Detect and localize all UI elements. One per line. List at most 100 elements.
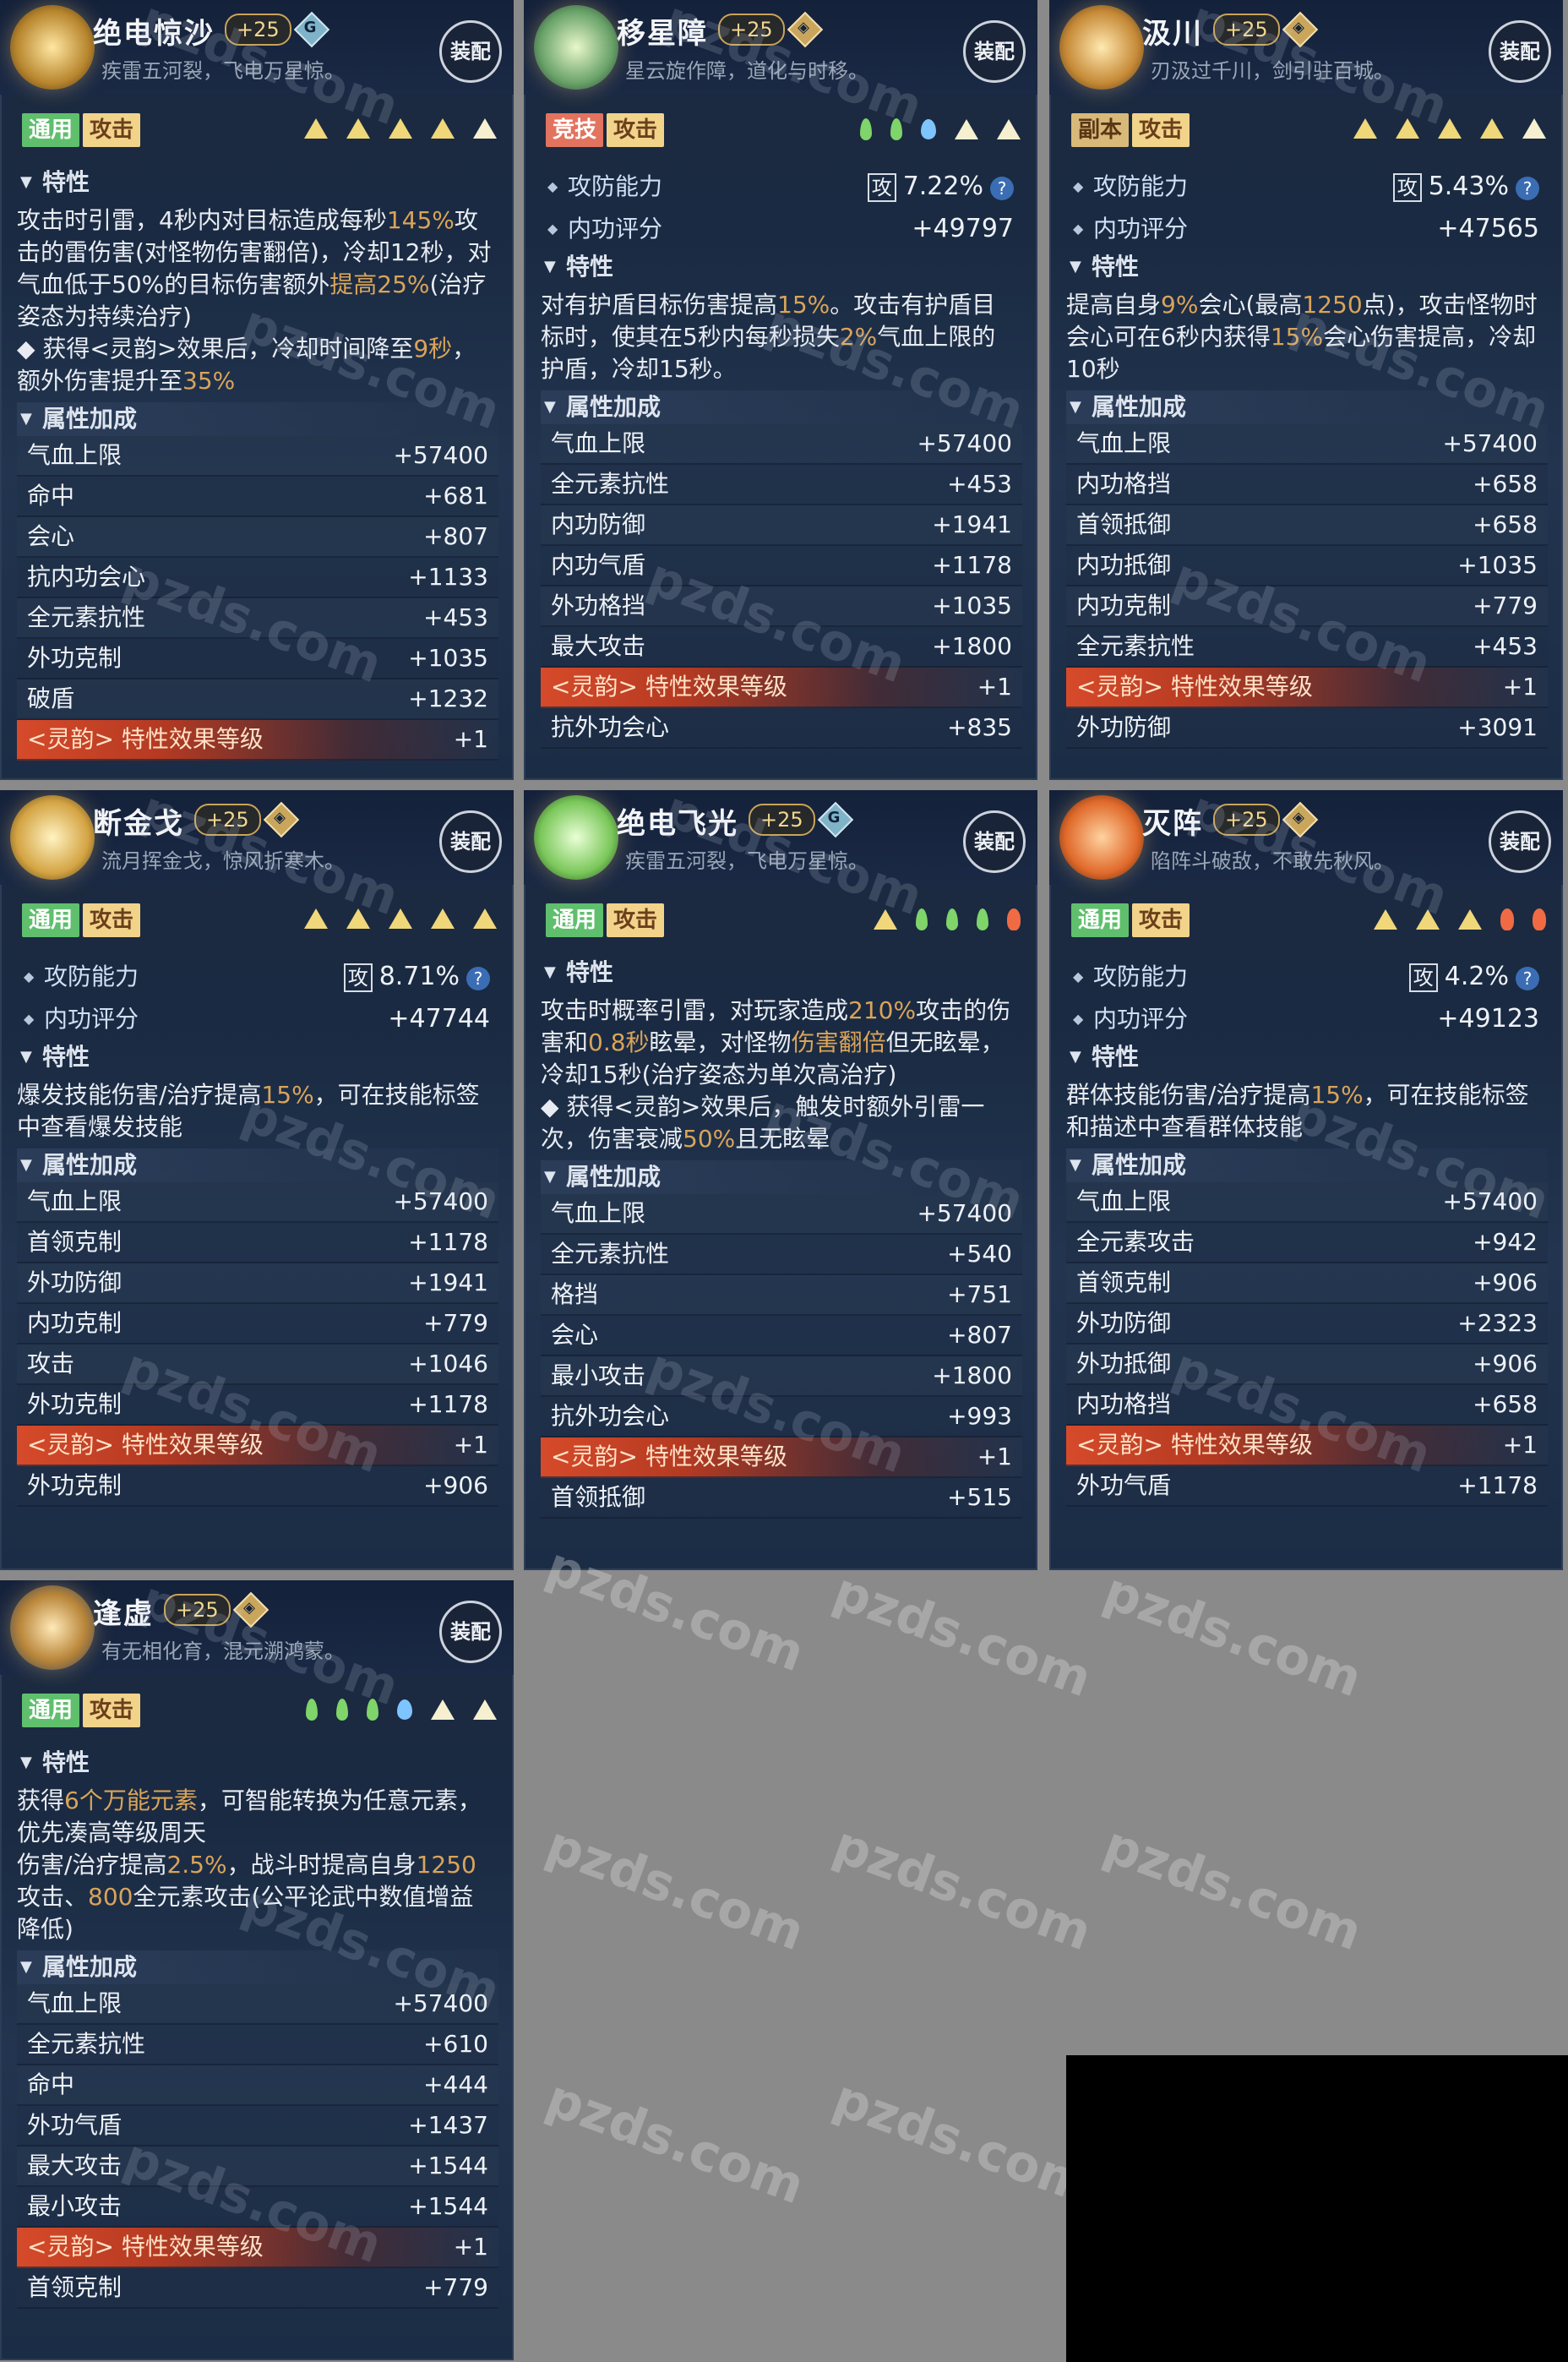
equipment-grid: 绝电惊沙+25G疾雷五河裂，飞电万星惊。装配通用攻击特性攻击时引雷，4秒内对目标… [0, 0, 1568, 2362]
card-header: 汲川 +25 ◈ 刃汲过千川，剑引驻百城。 装配 [1049, 0, 1563, 95]
stat-name: <灵韵> 特性效果等级 [1076, 1431, 1313, 1459]
trait-section-header[interactable]: 特性 [17, 1040, 498, 1074]
lingyun-stat-row: <灵韵> 特性效果等级 +1 [17, 1426, 498, 1466]
stat-name: <灵韵> 特性效果等级 [551, 1443, 787, 1470]
card-header: 绝电飞光 +25 G 疾雷五河裂，飞电万星惊。 装配 [524, 790, 1037, 885]
attribute-section-header[interactable]: 属性加成 [17, 1950, 498, 1984]
stat-row: 全元素攻击 +942 [1066, 1223, 1548, 1263]
trait-section-header[interactable]: 特性 [541, 956, 1022, 990]
stat-value: +57400 [393, 441, 488, 469]
item-description: 陷阵斗破敌，不敢先秋风。 [1151, 849, 1394, 873]
enhance-level-badge: +25 [225, 14, 291, 46]
stat-name: 最大攻击 [27, 2152, 122, 2179]
help-icon[interactable]: ? [466, 967, 490, 990]
trait-text: 对有护盾目标伤害提高15%。攻击有护盾目标时，使其在5秒内每秒损失2%气血上限的… [541, 284, 1022, 390]
trait-highlight: 提高25% [329, 270, 430, 298]
card-body: 攻防能力 攻4.2%? 内功评分 +49123 特性群体技能伤害/治疗提高15%，可在技… [1066, 956, 1548, 1507]
stat-name: 气血上限 [27, 1187, 122, 1215]
score-value: +47565 [1437, 214, 1539, 243]
attribute-section-header[interactable]: 属性加成 [17, 1148, 498, 1182]
stat-value: +658 [1473, 510, 1538, 538]
attribute-section-header[interactable]: 属性加成 [1066, 1148, 1548, 1182]
stat-name: 气血上限 [1076, 1187, 1172, 1215]
score-value: +49797 [912, 214, 1014, 243]
help-icon[interactable]: ? [1516, 967, 1539, 990]
stat-name: 外功防御 [1076, 713, 1172, 741]
stat-row: 气血上限 +57400 [17, 436, 498, 477]
stat-value: +993 [947, 1402, 1012, 1430]
attribute-section-header[interactable]: 属性加成 [541, 1160, 1022, 1194]
equip-button[interactable]: 装配 [439, 20, 502, 83]
help-icon[interactable]: ? [990, 177, 1014, 200]
enhance-level-badge: +25 [164, 1594, 231, 1626]
leaf-mark-icon [860, 118, 872, 140]
ability-row: 攻防能力 攻5.43%? [1066, 166, 1548, 208]
attribute-section-header[interactable]: 属性加成 [17, 402, 498, 436]
trait-highlight: 1250 [1302, 291, 1363, 319]
stat-value: +1178 [408, 1390, 488, 1418]
stat-value: +906 [1473, 1350, 1538, 1377]
tri-mark-icon [1416, 909, 1440, 930]
stat-value: +57400 [1442, 429, 1538, 457]
stat-row: 首领抵御 +515 [541, 1478, 1022, 1519]
stat-name: 全元素抗性 [27, 2030, 146, 2058]
trait-highlight: 15% [261, 1081, 314, 1109]
trait-section-header[interactable]: 特性 [541, 250, 1022, 284]
equip-button[interactable]: 装配 [1489, 810, 1551, 873]
stat-value: +1232 [408, 685, 488, 712]
trait-section-header[interactable]: 特性 [1066, 250, 1548, 284]
stat-row: 全元素抗性 +540 [541, 1235, 1022, 1275]
attribute-section-header[interactable]: 属性加成 [541, 390, 1022, 424]
stat-value: +57400 [917, 429, 1012, 457]
equip-button[interactable]: 装配 [439, 1601, 502, 1663]
stat-name: 内功气盾 [551, 551, 646, 579]
equip-button[interactable]: 装配 [439, 810, 502, 873]
card-header: 逢虚 +25 ◈ 有无相化育，混元溯鸿蒙。 装配 [0, 1580, 514, 1675]
trait-segment: 对有护盾目标伤害提高 [541, 291, 778, 319]
stat-row: 内功防御 +1941 [541, 505, 1022, 546]
stat-value: +779 [423, 2273, 488, 2301]
trait-section-header[interactable]: 特性 [1066, 1040, 1548, 1074]
stat-row: 内功克制 +779 [17, 1304, 498, 1345]
equip-button[interactable]: 装配 [1489, 20, 1551, 83]
trait-highlight: 50% [683, 1125, 736, 1153]
stat-row: 内功抵御 +1035 [1066, 546, 1548, 586]
stat-value: +57400 [1442, 1187, 1538, 1215]
stat-name: 气血上限 [27, 1989, 122, 2017]
attribute-section-header[interactable]: 属性加成 [1066, 390, 1548, 424]
trait-segment: 获得 [17, 1787, 65, 1814]
stat-name: 内功防御 [551, 510, 646, 538]
stat-value: +1 [1502, 1431, 1538, 1459]
tri-mark-icon [431, 908, 455, 929]
ability-label: 攻防能力 [1093, 963, 1189, 990]
category-tag: 通用 [1071, 903, 1130, 937]
stat-list: 气血上限 +57400 全元素抗性 +453 内功防御 +1941 内功气盾 +1178 外功格… [541, 424, 1022, 749]
help-icon[interactable]: ? [1516, 177, 1539, 200]
equip-button[interactable]: 装配 [963, 810, 1026, 873]
stat-name: 格挡 [551, 1280, 599, 1308]
item-name: 断金戈 [93, 807, 184, 841]
category-tag: 攻击 [1132, 903, 1190, 937]
ability-value: 5.43% [1428, 172, 1509, 201]
attack-type-box: 攻 [867, 173, 896, 202]
lingyun-stat-row: <灵韵> 特性效果等级 +1 [541, 1437, 1022, 1478]
drop-mark-icon [397, 1699, 412, 1720]
trait-section-header[interactable]: 特性 [17, 166, 498, 199]
trait-segment: ◆ 获得<灵韵>效果后，冷却时间降至 [17, 335, 414, 363]
equip-button[interactable]: 装配 [963, 20, 1026, 83]
category-tag: 攻击 [83, 1694, 141, 1727]
stat-value: +835 [947, 713, 1012, 741]
lingyun-stat-row: <灵韵> 特性效果等级 +1 [541, 668, 1022, 708]
tag-row: 通用 攻击 [22, 113, 144, 150]
ability-label: 攻防能力 [44, 963, 139, 990]
trait-section-header[interactable]: 特性 [17, 1746, 498, 1780]
half-mark-icon [955, 119, 978, 139]
enhance-level-badge: +25 [1213, 14, 1280, 46]
stat-value: +1800 [932, 1361, 1012, 1389]
stat-name: 全元素抗性 [27, 603, 146, 631]
category-tag: 攻击 [607, 113, 665, 147]
lingyun-stat-row: <灵韵> 特性效果等级 +1 [1066, 1426, 1548, 1466]
stat-name: <灵韵> 特性效果等级 [1076, 673, 1313, 701]
tri-mark-icon [346, 118, 370, 139]
leaf-mark-icon [367, 1699, 378, 1721]
